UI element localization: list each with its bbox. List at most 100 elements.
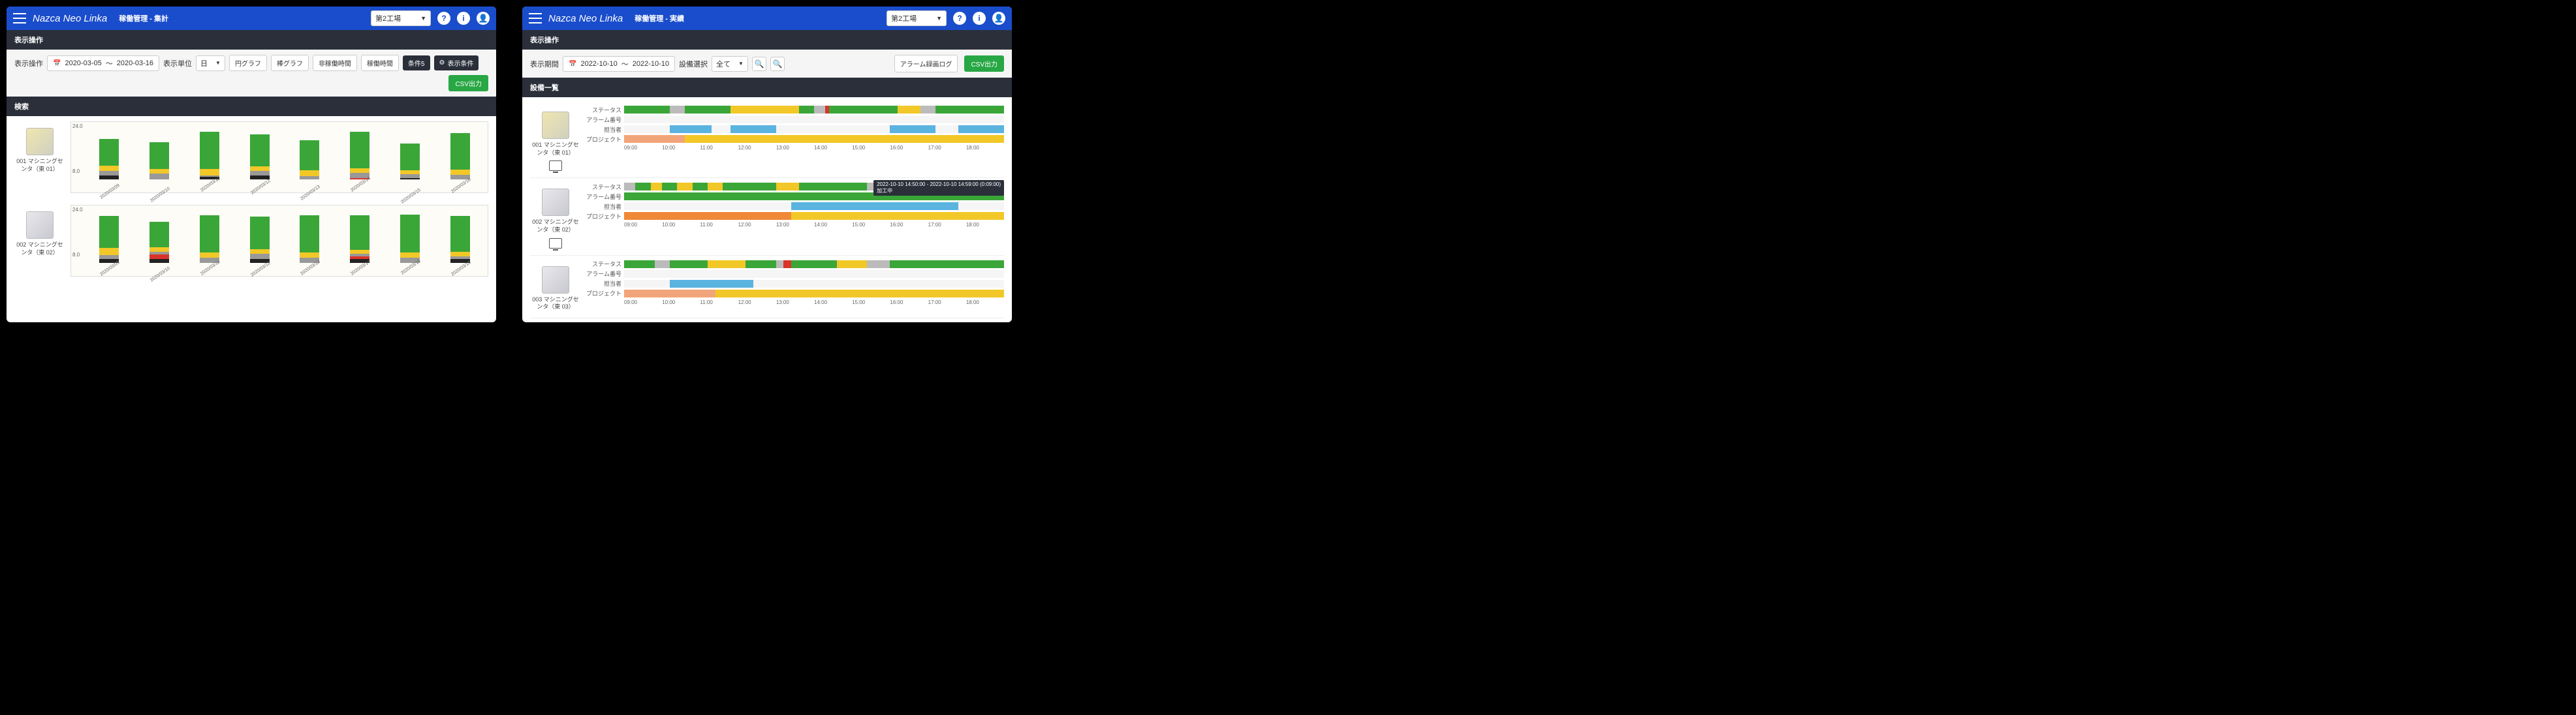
y-axis-tick: 8.0 — [72, 168, 80, 174]
bar-segment-black — [99, 175, 119, 179]
track-bar[interactable] — [624, 106, 1004, 114]
unit-select[interactable]: 日 ▼ — [196, 55, 225, 71]
gantt-segment[interactable] — [776, 260, 784, 268]
gantt-segment[interactable] — [791, 212, 1004, 220]
factory-select[interactable]: 第2工場 ▼ — [371, 10, 431, 26]
help-icon[interactable]: ? — [953, 12, 966, 25]
info-icon[interactable]: i — [973, 12, 986, 25]
track-bar[interactable] — [624, 202, 1004, 210]
bar-chart-button[interactable]: 棒グラフ — [271, 55, 309, 71]
track-bar[interactable] — [624, 270, 1004, 278]
stacked-bar — [350, 132, 369, 179]
brand: Nazca Neo Linka — [33, 13, 107, 24]
track-bar[interactable] — [624, 115, 1004, 123]
track-label: アラーム番号 — [585, 115, 624, 124]
gantt-segment[interactable] — [746, 260, 776, 268]
gantt-segment[interactable] — [890, 260, 1004, 268]
track-bar[interactable] — [624, 125, 1004, 133]
bar-column: 2020/03/09 — [99, 216, 119, 263]
gantt-segment[interactable] — [635, 183, 650, 190]
gantt-segment[interactable] — [708, 183, 723, 190]
zoom-in-button[interactable]: 🔍 — [752, 57, 766, 71]
gantt-segment[interactable] — [624, 183, 635, 190]
pie-chart-button[interactable]: 円グラフ — [229, 55, 267, 71]
user-icon[interactable]: 👤 — [477, 12, 490, 25]
gantt-segment[interactable] — [799, 106, 814, 114]
gantt-segment[interactable] — [799, 183, 868, 190]
gantt-segment[interactable] — [662, 183, 677, 190]
gantt-segment[interactable] — [677, 183, 692, 190]
gantt-segment[interactable] — [890, 125, 935, 133]
stacked-bar — [149, 222, 169, 263]
gantt-segment[interactable] — [693, 183, 708, 190]
bar-column: 2020/03/14 — [350, 132, 369, 179]
gantt-segment[interactable] — [655, 260, 670, 268]
gantt-segment[interactable] — [685, 135, 1004, 143]
gantt-segment[interactable] — [730, 106, 799, 114]
factory-select[interactable]: 第2工場 ▼ — [887, 10, 947, 26]
monitor-icon[interactable] — [549, 160, 562, 171]
info-icon[interactable]: i — [457, 12, 470, 25]
gantt-segment[interactable] — [791, 202, 958, 210]
gantt-segment[interactable] — [776, 183, 799, 190]
idle-time-button[interactable]: 非稼働時間 — [313, 55, 357, 71]
gantt-segment[interactable] — [685, 106, 730, 114]
gantt-segment[interactable] — [730, 125, 776, 133]
bar-column: 2020/03/15 — [400, 215, 420, 263]
gantt-segment[interactable] — [624, 212, 791, 220]
equip-select[interactable]: 全て ▼ — [712, 56, 748, 72]
gantt-segment[interactable] — [791, 260, 837, 268]
track-bar[interactable] — [624, 135, 1004, 143]
period-label: 表示期間 — [530, 59, 559, 69]
gantt-segment[interactable] — [837, 260, 868, 268]
gantt-segment[interactable] — [624, 290, 715, 297]
time-tick: 18:00 — [966, 222, 1004, 228]
track-bar[interactable] — [624, 260, 1004, 268]
date-range-input[interactable]: 2020-03-05 ～ 2020-03-16 — [47, 55, 159, 71]
track-bar[interactable] — [624, 280, 1004, 288]
bar-segment-yellow — [300, 252, 319, 258]
csv-export-button[interactable]: CSV出力 — [448, 75, 488, 91]
zoom-out-button[interactable]: 🔍 — [770, 57, 785, 71]
topbar: Nazca Neo Linka 稼働管理 - 実績 第2工場 ▼ ? i 👤 — [522, 7, 1012, 30]
menu-icon[interactable] — [529, 13, 542, 23]
x-axis-label: 2020/03/12 — [250, 179, 272, 196]
track-bar[interactable] — [624, 212, 1004, 220]
gantt-segment[interactable] — [670, 106, 685, 114]
bar-segment-green — [400, 144, 420, 170]
track-bar[interactable] — [624, 290, 1004, 297]
gantt-segment[interactable] — [829, 106, 898, 114]
gantt-segment[interactable] — [715, 290, 1004, 297]
gantt-segment[interactable] — [920, 106, 935, 114]
gantt-segment[interactable] — [814, 106, 825, 114]
gantt-segment[interactable] — [708, 260, 746, 268]
gantt-segment[interactable] — [651, 183, 662, 190]
condition-tag[interactable]: 条件5 — [403, 55, 430, 70]
date-range-input[interactable]: 2022-10-10 ～ 2022-10-10 — [563, 56, 675, 72]
machine-icon — [26, 211, 54, 239]
gantt-segment[interactable] — [898, 106, 920, 114]
alarm-log-button[interactable]: アラーム録画ログ — [894, 55, 958, 72]
track-label: アラーム番号 — [585, 269, 624, 278]
gantt-segment[interactable] — [867, 260, 890, 268]
run-time-button[interactable]: 稼働時間 — [361, 55, 399, 71]
gantt-segment[interactable] — [670, 280, 753, 288]
menu-icon[interactable] — [13, 13, 26, 23]
gantt-segment[interactable] — [624, 260, 655, 268]
show-conditions-button[interactable]: ⚙ 表示条件 — [434, 55, 479, 70]
gantt-segment[interactable] — [783, 260, 791, 268]
gantt-segment[interactable] — [670, 125, 712, 133]
gantt-area: 001 マシニングセンタ（東 01）ステータスアラーム番号担当者プロジェクト09… — [522, 97, 1012, 322]
track-bar[interactable]: 2022-10-10 14:50:00 - 2022-10-10 14:59:0… — [624, 183, 1004, 190]
monitor-icon[interactable] — [549, 238, 562, 249]
gantt-segment[interactable] — [624, 106, 670, 114]
gantt-segment[interactable] — [935, 106, 1004, 114]
help-icon[interactable]: ? — [437, 12, 450, 25]
csv-export-button[interactable]: CSV出力 — [964, 55, 1004, 72]
gantt-segment[interactable] — [958, 125, 1004, 133]
gantt-segment[interactable] — [624, 135, 685, 143]
user-icon[interactable]: 👤 — [992, 12, 1005, 25]
gantt-segment[interactable] — [723, 183, 776, 190]
show-cond-label: 表示条件 — [447, 58, 473, 68]
gantt-segment[interactable] — [670, 260, 708, 268]
